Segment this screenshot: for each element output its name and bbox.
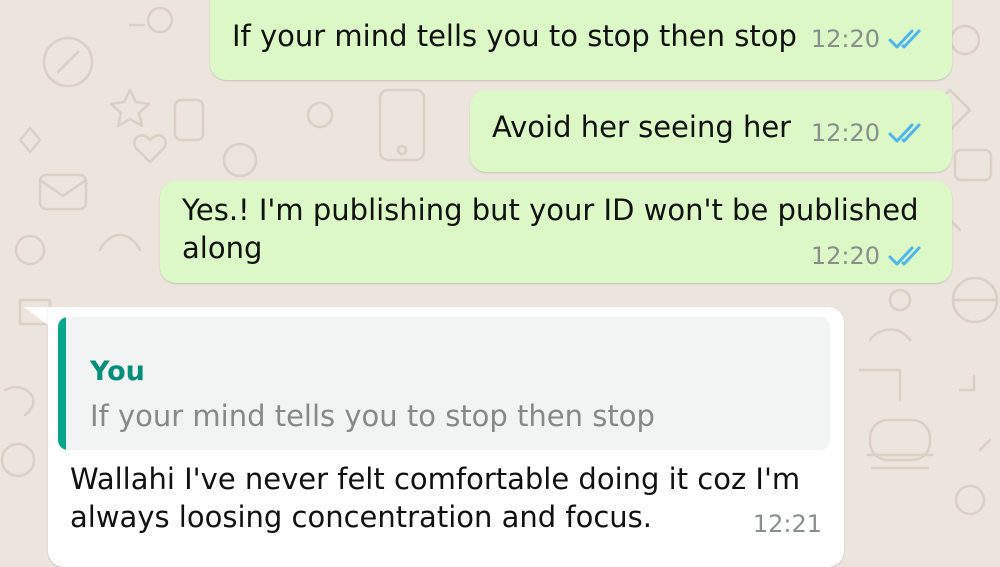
quote-text: If your mind tells you to stop then stop [90, 399, 655, 433]
quote-accent-bar [58, 317, 66, 450]
message-time: 12:21 [752, 510, 822, 538]
double-check-icon [888, 29, 921, 49]
quote-author: You [90, 356, 145, 387]
message-text-line: always loosing concentration and focus. [70, 500, 652, 534]
message-text-line: Wallahi I've never felt comfortable doin… [70, 462, 801, 496]
message-time: 12:20 [810, 25, 880, 53]
outgoing-message[interactable]: Yes.! I'm publishing but your ID won't b… [160, 181, 952, 283]
message-time: 12:20 [810, 242, 880, 270]
incoming-message[interactable]: You If your mind tells you to stop then … [48, 307, 844, 567]
message-meta: 12:20 [811, 241, 932, 271]
message-meta: 12:21 [753, 509, 822, 539]
double-check-icon [888, 246, 921, 266]
message-meta: 12:20 [811, 118, 932, 148]
quoted-message[interactable]: You If your mind tells you to stop then … [58, 317, 830, 450]
message-time: 12:20 [810, 119, 880, 147]
message-text: If your mind tells you to stop then stop [232, 19, 797, 53]
double-check-icon [888, 123, 921, 143]
outgoing-message[interactable]: Avoid her seeing her 12:20 [470, 90, 952, 172]
message-text-line: along [182, 231, 263, 265]
outgoing-message[interactable]: If your mind tells you to stop then stop… [210, 0, 952, 80]
message-meta: 12:20 [811, 24, 932, 54]
message-text-line: Yes.! I'm publishing but your ID won't b… [182, 193, 919, 227]
message-text: Avoid her seeing her [492, 110, 792, 144]
